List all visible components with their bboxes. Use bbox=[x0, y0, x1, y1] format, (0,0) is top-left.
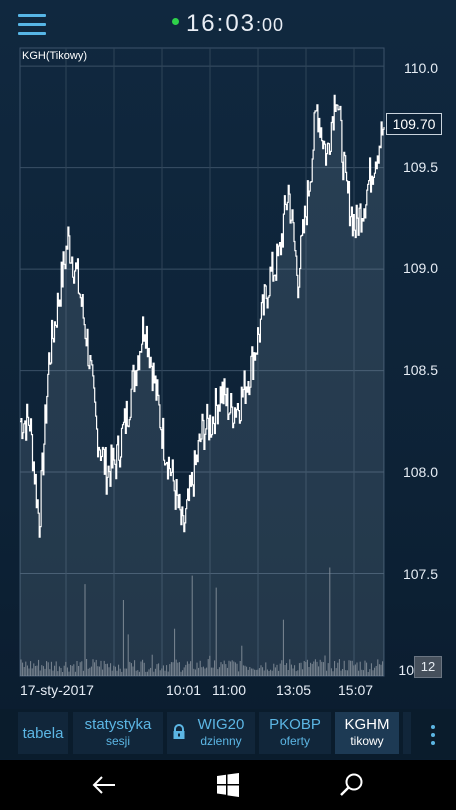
tab-label: PKOBP bbox=[269, 716, 321, 733]
tab-label: tabela bbox=[22, 725, 64, 742]
y-tick-label: 109.0 bbox=[402, 260, 438, 276]
tab-label: statystyka bbox=[84, 716, 152, 733]
y-tick-label: 108.5 bbox=[402, 362, 438, 378]
lock-icon bbox=[173, 724, 185, 739]
tab-statystyka[interactable]: statystyka sesji bbox=[73, 712, 163, 754]
tab-label: KGHM bbox=[344, 716, 390, 733]
y-tick-label: 108.0 bbox=[402, 464, 438, 480]
tab-wig20[interactable]: WIG20 dzienny bbox=[167, 712, 255, 754]
y-tick-label: 109.5 bbox=[402, 159, 438, 175]
tab-sublabel: oferty bbox=[279, 734, 310, 748]
clock-time: 16:03 bbox=[185, 10, 257, 37]
y-tick-label: 110.0 bbox=[404, 60, 438, 76]
tab-tabela[interactable]: tabela bbox=[18, 712, 68, 754]
status-indicator bbox=[171, 18, 179, 26]
windows-icon[interactable] bbox=[213, 770, 243, 800]
last-price-label: 109.70 bbox=[386, 113, 442, 135]
clock-seconds: :00 bbox=[256, 15, 285, 35]
x-tick-label: 15:07 bbox=[338, 682, 374, 698]
x-tick-label: 13:05 bbox=[276, 682, 312, 698]
y-tick-label: 10 bbox=[398, 662, 414, 678]
back-arrow-icon[interactable] bbox=[89, 770, 119, 800]
x-tick-label: 17-sty-2017 bbox=[20, 682, 94, 698]
tab-sublabel: sesji bbox=[105, 734, 130, 748]
volume-badge: 12 bbox=[414, 656, 442, 678]
top-bar: 16:03:00 bbox=[0, 0, 456, 48]
clock: 16:03:00 bbox=[0, 10, 456, 38]
x-tick-label: 10:01 bbox=[166, 682, 202, 698]
y-tick-label: 107.5 bbox=[402, 566, 438, 582]
tab-kghm[interactable]: KGHM tikowy bbox=[335, 712, 399, 754]
price-chart[interactable]: KGH(Tikowy) 110.0 109.5 109.0 108.5 108.… bbox=[0, 46, 456, 706]
system-nav-bar bbox=[0, 760, 456, 810]
tab-overflow bbox=[403, 712, 411, 754]
tab-strip: tabela statystyka sesji WIG20 dzienny PK… bbox=[0, 709, 456, 759]
tab-pkobp[interactable]: PKOBP oferty bbox=[259, 712, 331, 754]
chart-title: KGH(Tikowy) bbox=[22, 50, 87, 62]
chart-canvas bbox=[19, 47, 385, 677]
tab-sublabel: tikowy bbox=[350, 734, 384, 748]
search-icon[interactable] bbox=[337, 770, 367, 800]
x-tick-label: 11:00 bbox=[212, 682, 246, 698]
more-icon[interactable] bbox=[426, 712, 440, 752]
